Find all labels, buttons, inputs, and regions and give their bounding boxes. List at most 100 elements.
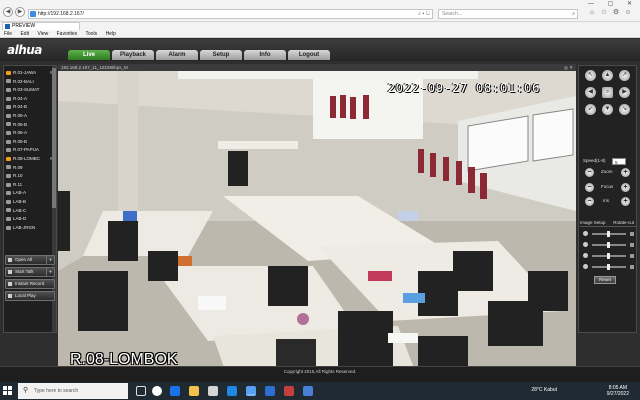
zoom-minus-button[interactable]: − [585, 168, 594, 177]
tab-info[interactable]: Info [244, 50, 286, 60]
start-talk-button[interactable]: Start Talk ▼ [5, 267, 55, 277]
ptz-down-button[interactable]: ▼ [602, 104, 613, 115]
clock-date: 9/27/2022 [606, 391, 629, 397]
channel-item[interactable]: R.05-B [6, 121, 54, 129]
windows-taskbar: ⚲ Type here to search 28°C Kabut 8:05 AM… [0, 382, 640, 400]
word-icon[interactable] [303, 386, 313, 396]
channel-item[interactable]: R.03-SUMAT [6, 86, 54, 94]
home-icon[interactable]: ⌂ [588, 9, 596, 17]
reset-button[interactable]: Reset [594, 276, 616, 284]
live-video-feed[interactable]: 2022-09-27 08:01:06 R.08-LOMBOK [58, 71, 576, 379]
page-icon [30, 11, 36, 17]
menu-tools[interactable]: Tools [85, 31, 97, 37]
tab-alarm[interactable]: Alarm [156, 50, 198, 60]
channel-item[interactable]: R.10 [6, 172, 54, 180]
ptz-up-button[interactable]: ▲ [602, 70, 613, 81]
tab-playback[interactable]: Playback [112, 50, 154, 60]
chevron-down-icon[interactable]: ▼ [46, 268, 54, 276]
weather-widget[interactable]: 28°C Kabut [531, 387, 557, 393]
saturation-slider[interactable] [583, 253, 634, 259]
channel-name: R.03-SUMAT [13, 87, 40, 93]
window-controls[interactable]: — ▢ ✕ [588, 0, 638, 8]
ie-icon[interactable] [246, 386, 256, 396]
ptz-up-left-button[interactable]: ↖ [585, 70, 596, 81]
ptz-left-button[interactable]: ◀ [585, 87, 596, 98]
back-button[interactable]: ◀ [3, 7, 13, 17]
scrollbar-thumb[interactable] [52, 68, 56, 208]
taskbar-search-input[interactable]: ⚲ Type here to search [18, 383, 128, 399]
forward-button[interactable]: ▶ [15, 7, 25, 17]
tab-rotate-cut[interactable]: Rotate-cut [613, 219, 634, 227]
feedback-smiley-icon[interactable]: ☺ [624, 9, 632, 17]
edge-icon[interactable] [170, 386, 180, 396]
channel-item[interactable]: R.06-B [6, 138, 54, 146]
channel-item[interactable]: R.09 [6, 164, 54, 172]
hue-slider[interactable] [583, 264, 634, 270]
ptz-down-right-button[interactable]: ↘ [619, 104, 630, 115]
windows-start-icon[interactable] [3, 386, 13, 396]
favorites-star-icon[interactable]: ☆ [600, 9, 608, 17]
task-view-icon[interactable] [136, 386, 146, 396]
mail-icon[interactable] [227, 386, 237, 396]
channel-item[interactable]: LAB-B [6, 198, 54, 206]
channel-item[interactable]: LAB-A [6, 189, 54, 197]
refresh-icon[interactable]: ⌕ ▾ ↻ [418, 10, 430, 18]
tab-image-setup[interactable]: Image Setup [580, 220, 606, 225]
zoom-plus-button[interactable]: + [621, 168, 630, 177]
store-icon[interactable] [208, 386, 218, 396]
menu-favorites[interactable]: Favorites [57, 31, 78, 37]
channel-item[interactable]: R.08-LOMBCM [6, 155, 54, 163]
video-close-icon[interactable]: ◎ ✕ [564, 64, 573, 71]
menu-view[interactable]: View [37, 31, 48, 37]
instant-record-button[interactable]: Instant Record [5, 279, 55, 289]
brightness-slider[interactable] [583, 231, 634, 237]
ptz-center-zoom-icon[interactable]: ⌕ [602, 87, 613, 98]
open-all-button[interactable]: Open All ▼ [5, 255, 55, 265]
channel-item[interactable]: R.07-PAPUA [6, 146, 54, 154]
search-icon[interactable]: ⌕ [572, 10, 575, 18]
menu-edit[interactable]: Edit [20, 31, 29, 37]
focus-plus-button[interactable]: + [621, 183, 630, 192]
address-bar[interactable]: http://192.168.2.167/ ⌕ ▾ ↻ [28, 9, 433, 19]
browser-search-input[interactable]: Search... ⌕ [438, 9, 578, 19]
iris-label: Iris [603, 198, 609, 203]
iris-minus-button[interactable]: − [585, 197, 594, 206]
channel-name: R.05-A [13, 113, 28, 118]
focus-minus-button[interactable]: − [585, 183, 594, 192]
browser-tab-preview[interactable]: PREVIEW [2, 22, 80, 30]
channel-item[interactable]: R.06-A [6, 129, 54, 137]
channel-item[interactable]: R.05-A [6, 112, 54, 120]
chevron-down-icon[interactable]: ▼ [46, 256, 54, 264]
channel-item[interactable]: R.01-JAWAM [6, 69, 54, 77]
menu-help[interactable]: Help [106, 31, 116, 37]
teams-icon[interactable] [265, 386, 275, 396]
tab-setup[interactable]: Setup [200, 50, 242, 60]
camera-icon [6, 191, 11, 196]
address-text: http://192.168.2.167/ [38, 11, 84, 17]
ptz-down-left-button[interactable]: ↙ [585, 104, 596, 115]
channel-item[interactable]: R.04-B [6, 103, 54, 111]
clock[interactable]: 8:05 AM 9/27/2022 [607, 385, 629, 397]
ptz-up-right-button[interactable]: ↗ [619, 70, 630, 81]
menu-file[interactable]: File [4, 31, 12, 37]
channel-item[interactable]: LAB-C [6, 207, 54, 215]
channel-item[interactable]: LAB-JRGN [6, 224, 54, 232]
channel-item[interactable]: R.02-BALI [6, 78, 54, 86]
file-explorer-icon[interactable] [189, 386, 199, 396]
ptz-right-button[interactable]: ▶ [619, 87, 630, 98]
tab-live[interactable]: Live [68, 50, 110, 60]
tab-favicon [5, 24, 10, 29]
channel-item[interactable]: R.11 [6, 181, 54, 189]
app-icon[interactable] [284, 386, 294, 396]
channel-item[interactable]: LAB-D [6, 215, 54, 223]
camera-icon [6, 113, 11, 118]
tab-logout[interactable]: Logout [288, 50, 330, 60]
speed-label: Speed(1-8) [583, 158, 606, 163]
settings-gear-icon[interactable]: ⚙ [612, 9, 620, 17]
iris-plus-button[interactable]: + [621, 197, 630, 206]
speed-select[interactable]: 5 [612, 158, 626, 165]
cortana-icon[interactable] [152, 386, 162, 396]
contrast-slider[interactable] [583, 242, 634, 248]
local-play-button[interactable]: Local Play [5, 291, 55, 301]
channel-item[interactable]: R.04-A [6, 95, 54, 103]
